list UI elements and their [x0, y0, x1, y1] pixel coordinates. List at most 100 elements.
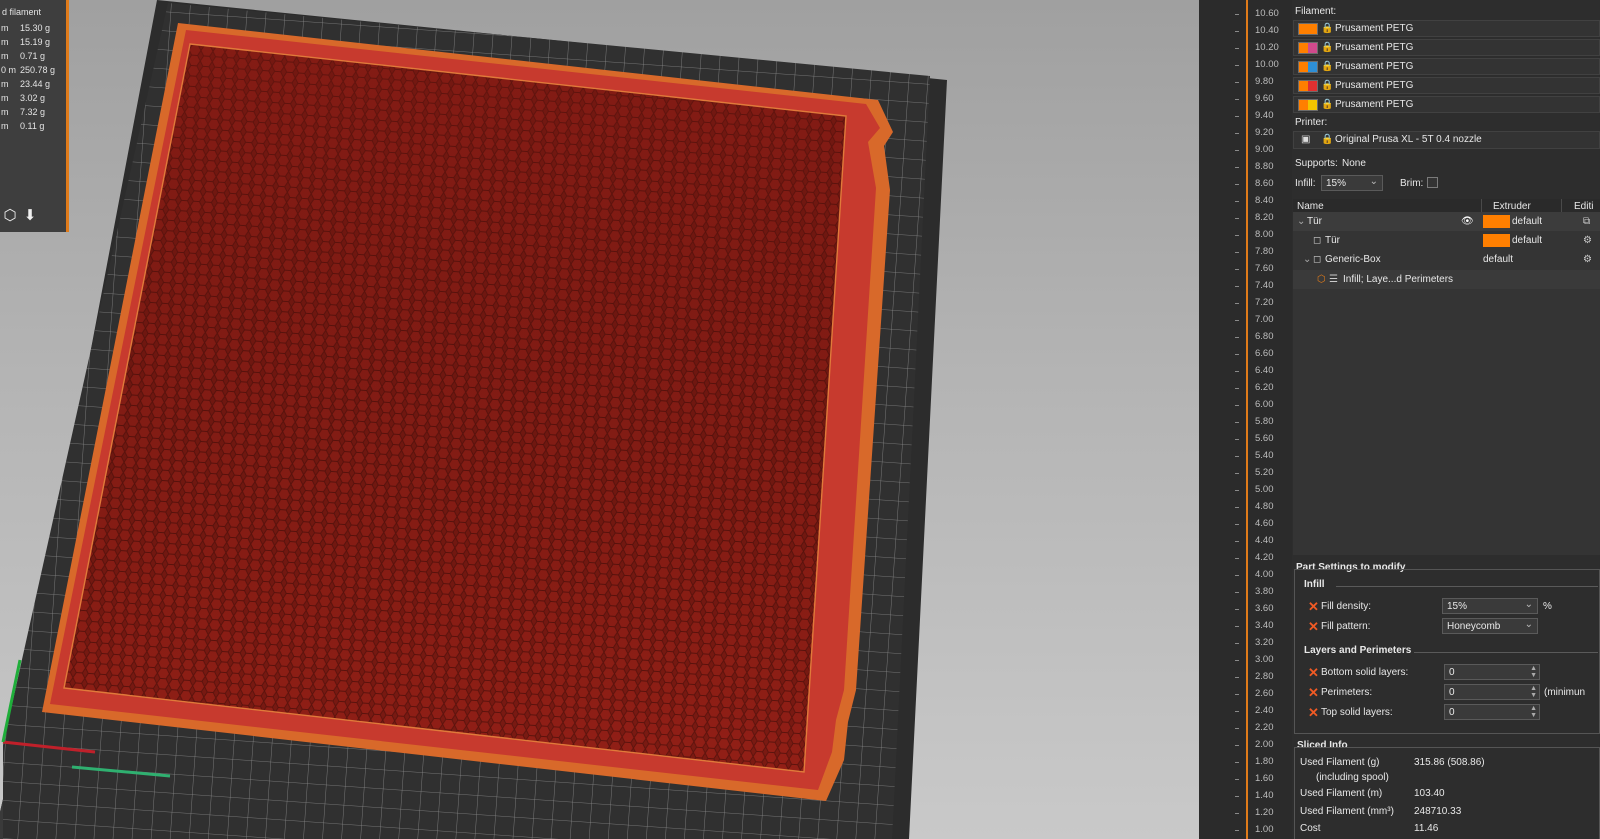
settings-icon[interactable]: ⚙	[1583, 235, 1592, 246]
filament-combo-4[interactable]: 🔒 Prusament PETG	[1293, 77, 1600, 94]
layer-tick	[1235, 626, 1239, 627]
layer-label: 9.80	[1255, 76, 1274, 87]
spinner-icon[interactable]: ▲ ▼	[1530, 705, 1537, 719]
legend-row: m 3.02 g	[1, 93, 46, 103]
layer-label: 10.20	[1255, 42, 1279, 53]
layer-label: 5.20	[1255, 467, 1274, 478]
layer-label: 1.80	[1255, 756, 1274, 767]
extruder-value[interactable]: default	[1483, 254, 1513, 265]
slider-track[interactable]	[1246, 0, 1248, 839]
lock-icon: 🔒	[1321, 23, 1334, 34]
object-row[interactable]: ⬡ ☰ Infill; Laye...d Perimeters	[1293, 270, 1600, 289]
layer-tick	[1235, 184, 1239, 185]
layer-tick	[1235, 439, 1239, 440]
col-extruder[interactable]: Extruder	[1493, 201, 1531, 212]
remove-setting-icon[interactable]: ✕	[1308, 686, 1319, 699]
lock-icon: 🔒	[1321, 61, 1334, 72]
layer-height-slider[interactable]: 10.60 10.40 10.20 10.00 9.80 9.60 9.40 9.20 9.00…	[1199, 0, 1292, 839]
filament-combo-2[interactable]: 🔒 Prusament PETG	[1293, 39, 1600, 56]
supports-value[interactable]: None	[1342, 158, 1366, 169]
remove-setting-icon[interactable]: ✕	[1308, 666, 1319, 679]
collapse-icon[interactable]: ⌄	[1297, 216, 1305, 227]
filament-name: Prusament PETG	[1335, 23, 1414, 34]
layer-label: 2.40	[1255, 705, 1274, 716]
used-filament-mm3-label: Used Filament (mm³)	[1300, 806, 1394, 817]
layer-tick	[1235, 150, 1239, 151]
layer-label: 4.00	[1255, 569, 1274, 580]
layer-tick	[1235, 813, 1239, 814]
extruder-value[interactable]: default	[1512, 235, 1542, 246]
remove-setting-icon[interactable]: ✕	[1308, 706, 1319, 719]
filament-name: Prusament PETG	[1335, 80, 1414, 91]
edit-icon[interactable]: ⧉	[1583, 216, 1590, 227]
filament-swatch	[1298, 23, 1318, 35]
extruder-value[interactable]: default	[1512, 216, 1542, 227]
infill-value: 15%	[1326, 178, 1347, 189]
layer-tick	[1235, 320, 1239, 321]
layer-tick	[1235, 31, 1239, 32]
settings-icon[interactable]: ⚙	[1583, 254, 1592, 265]
layer-label: 5.00	[1255, 484, 1274, 495]
fill-density-unit: %	[1543, 601, 1552, 612]
layer-label: 6.60	[1255, 348, 1274, 359]
cost-value: 11.46	[1414, 823, 1439, 834]
cube-view-icon[interactable]: ⬡	[0, 206, 20, 226]
used-filament-m-value: 103.40	[1414, 788, 1445, 799]
3d-viewport[interactable]: d filament m 15.30 g m 15.19 g m 0.71 g 0 m…	[0, 0, 1199, 839]
layer-tick	[1235, 592, 1239, 593]
fill-density-label: Fill density:	[1321, 601, 1372, 612]
spinner-icon[interactable]: ▲ ▼	[1530, 685, 1537, 699]
layer-tick	[1235, 643, 1239, 644]
filament-combo-3[interactable]: 🔒 Prusament PETG	[1293, 58, 1600, 75]
layer-tick	[1235, 575, 1239, 576]
layer-tick	[1235, 133, 1239, 134]
used-filament-m-label: Used Filament (m)	[1300, 788, 1383, 799]
layer-label: 8.40	[1255, 195, 1274, 206]
layer-label: 9.20	[1255, 127, 1274, 138]
layer-label: 10.00	[1255, 59, 1279, 70]
lock-icon: 🔒	[1321, 80, 1334, 91]
layer-tick	[1235, 337, 1239, 338]
filament-label: Filament:	[1295, 6, 1337, 17]
perimeters-note: (minimun	[1544, 687, 1586, 698]
fill-density-field[interactable]: 15% ⌄	[1442, 598, 1538, 614]
printer-combo[interactable]: ▣ 🔒 Original Prusa XL - 5T 0.4 nozzle	[1293, 131, 1600, 149]
filament-swatch	[1298, 61, 1318, 73]
layer-tick	[1235, 830, 1239, 831]
layer-label: 2.80	[1255, 671, 1274, 682]
filament-combo-1[interactable]: 🔒 Prusament PETG	[1293, 20, 1600, 37]
including-spool-label: (including spool)	[1316, 772, 1389, 783]
object-row[interactable]: ◻ Tür default ⚙	[1293, 231, 1600, 250]
bottom-solid-layers-field[interactable]: 0 ▲ ▼	[1444, 664, 1540, 680]
fill-pattern-label: Fill pattern:	[1321, 621, 1371, 632]
extruder-color	[1483, 215, 1510, 228]
layer-tick	[1235, 694, 1239, 695]
object-row[interactable]: ⌄ ◻ Generic-Box default ⚙	[1293, 250, 1600, 269]
object-row[interactable]: ⌄ Tür 👁 default ⧉	[1293, 212, 1600, 231]
remove-setting-icon[interactable]: ✕	[1308, 620, 1319, 633]
bottom-solid-layers-label: Bottom solid layers:	[1321, 667, 1409, 678]
top-solid-layers-field[interactable]: 0 ▲ ▼	[1444, 704, 1540, 720]
col-name[interactable]: Name	[1297, 201, 1324, 212]
layer-label: 7.60	[1255, 263, 1274, 274]
export-gcode-icon[interactable]: ⬇	[20, 206, 40, 226]
infill-select[interactable]: 15% ⌄	[1321, 175, 1383, 191]
brim-checkbox[interactable]	[1427, 177, 1438, 188]
layer-label: 3.60	[1255, 603, 1274, 614]
layer-tick	[1235, 286, 1239, 287]
layer-tick	[1235, 116, 1239, 117]
layer-tick	[1235, 14, 1239, 15]
layer-label: 4.80	[1255, 501, 1274, 512]
legend-row: m 0.71 g	[1, 51, 46, 61]
eye-icon[interactable]: 👁	[1461, 216, 1474, 227]
filament-combo-5[interactable]: 🔒 Prusament PETG	[1293, 96, 1600, 113]
fill-pattern-select[interactable]: Honeycomb ⌄	[1442, 618, 1538, 634]
collapse-icon[interactable]: ⌄	[1303, 254, 1311, 265]
col-editing[interactable]: Editi	[1574, 201, 1593, 212]
spinner-icon[interactable]: ▲ ▼	[1530, 665, 1537, 679]
remove-setting-icon[interactable]: ✕	[1308, 600, 1319, 613]
perimeters-field[interactable]: 0 ▲ ▼	[1444, 684, 1540, 700]
layers-group-title: Layers and Perimeters	[1304, 645, 1412, 656]
layer-label: 9.40	[1255, 110, 1274, 121]
layer-tick	[1235, 218, 1239, 219]
